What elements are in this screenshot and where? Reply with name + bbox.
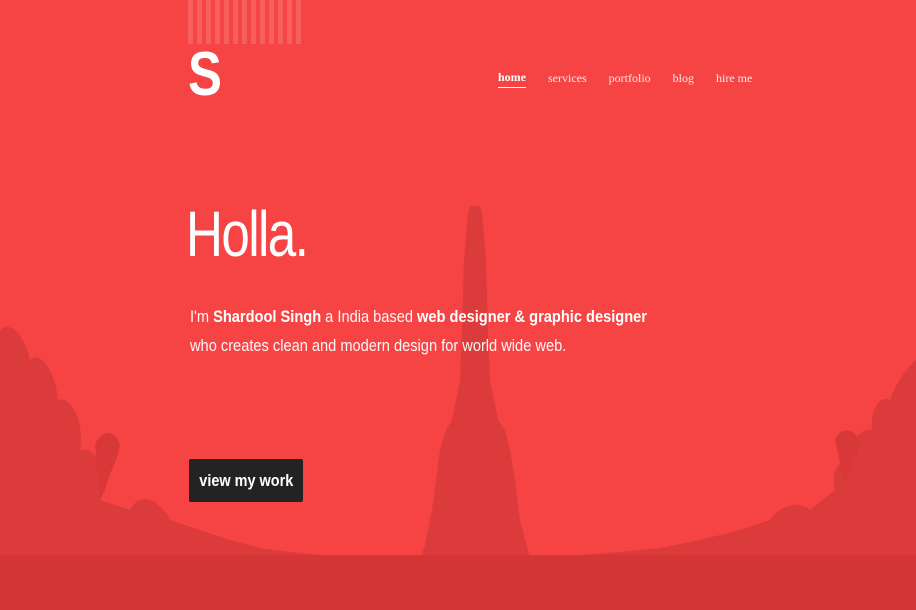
intro-middle: a India based <box>321 307 418 326</box>
main-nav: home services portfolio blog hire me <box>498 70 774 88</box>
intro-name: Shardool Singh <box>213 307 322 326</box>
nav-link-hire-me[interactable]: hire me <box>716 71 752 88</box>
nav-link-home[interactable]: home <box>498 70 526 88</box>
nav-link-blog[interactable]: blog <box>673 71 694 88</box>
intro-role: web designer & graphic designer <box>417 307 647 326</box>
site-logo[interactable]: S <box>188 44 222 106</box>
nav-link-services[interactable]: services <box>548 71 587 88</box>
intro-prefix: I'm <box>190 307 214 326</box>
decorative-stripes <box>188 0 304 44</box>
hero-intro-text: I'm Shardool Singh a India based web des… <box>190 302 672 360</box>
hero-headline: Holla. <box>186 198 309 270</box>
intro-suffix: who creates clean and modern design for … <box>190 336 567 355</box>
nav-link-portfolio[interactable]: portfolio <box>609 71 651 88</box>
view-my-work-button[interactable]: view my work <box>189 459 303 502</box>
view-my-work-label: view my work <box>199 471 293 490</box>
hero-section: S home services portfolio blog hire me H… <box>0 0 916 610</box>
